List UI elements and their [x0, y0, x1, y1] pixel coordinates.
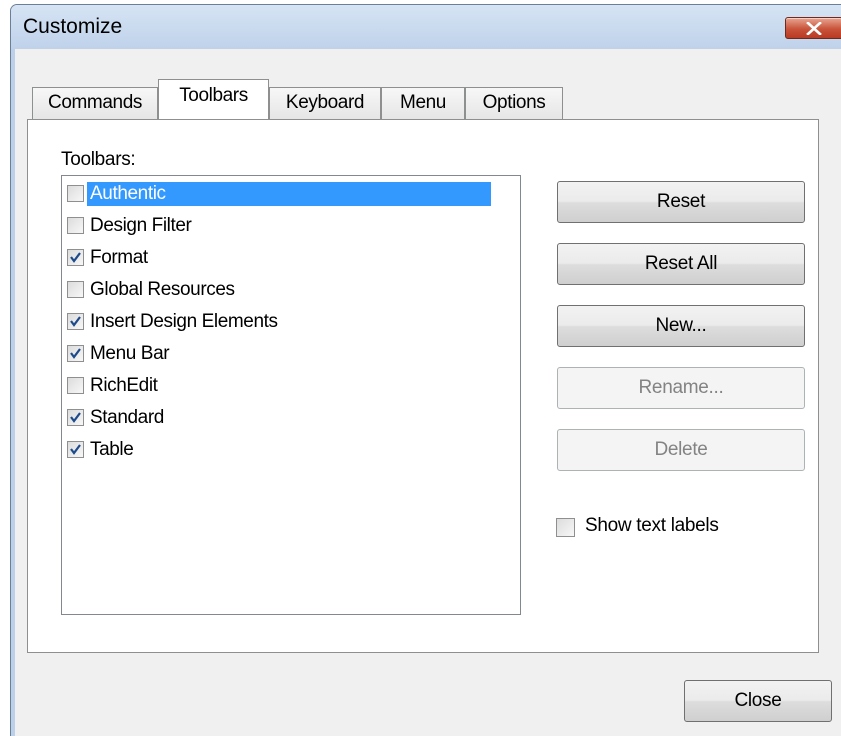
toolbar-item-checkbox[interactable] — [67, 217, 84, 234]
toolbar-item-menu-bar[interactable]: Menu Bar — [66, 339, 509, 369]
toolbar-item-checkbox[interactable] — [67, 313, 84, 330]
toolbar-item-label: RichEdit — [90, 375, 158, 396]
toolbar-item-checkbox[interactable] — [67, 249, 84, 266]
toolbar-item-richedit[interactable]: RichEdit — [66, 371, 509, 401]
close-x-icon — [806, 22, 822, 35]
toolbar-item-checkbox[interactable] — [67, 441, 84, 458]
delete-button[interactable]: Delete — [557, 429, 805, 471]
toolbars-listbox[interactable]: Authentic Design Filter Format Global Re… — [61, 175, 521, 615]
rename-button[interactable]: Rename... — [557, 367, 805, 409]
show-text-labels-label: Show text labels — [585, 515, 719, 536]
toolbar-item-table[interactable]: Table — [66, 435, 509, 465]
toolbar-item-checkbox[interactable] — [67, 185, 84, 202]
title-bar: Customize — [11, 5, 841, 49]
tab-options[interactable]: Options — [465, 87, 563, 119]
toolbar-item-checkbox[interactable] — [67, 281, 84, 298]
checkmark-icon — [70, 412, 81, 423]
checkmark-icon — [70, 348, 81, 359]
show-text-labels-checkbox[interactable] — [556, 518, 575, 537]
checkmark-icon — [70, 444, 81, 455]
dialog-client-area: Commands Toolbars Keyboard Menu Options … — [15, 49, 841, 736]
window-title: Customize — [23, 15, 123, 38]
customize-dialog: Customize Commands Toolbars Keyboard Men… — [10, 4, 841, 736]
toolbar-item-checkbox[interactable] — [67, 377, 84, 394]
reset-all-button[interactable]: Reset All — [557, 243, 805, 285]
toolbar-item-label: Table — [90, 439, 134, 460]
new-toolbar-button[interactable]: New... — [557, 305, 805, 347]
toolbar-item-label: Global Resources — [90, 279, 235, 300]
tab-commands[interactable]: Commands — [32, 87, 158, 119]
toolbar-item-label: Design Filter — [90, 215, 192, 236]
window-close-button[interactable] — [785, 17, 841, 39]
checkmark-icon — [70, 252, 81, 263]
toolbar-item-standard[interactable]: Standard — [66, 403, 509, 433]
toolbar-item-label: Format — [90, 247, 148, 268]
tab-menu[interactable]: Menu — [381, 87, 465, 119]
reset-button[interactable]: Reset — [557, 181, 805, 223]
toolbar-item-label: Authentic — [87, 182, 491, 206]
toolbar-item-format[interactable]: Format — [66, 243, 509, 273]
toolbar-item-checkbox[interactable] — [67, 345, 84, 362]
toolbar-item-design-filter[interactable]: Design Filter — [66, 211, 509, 241]
tab-toolbars[interactable]: Toolbars — [158, 79, 269, 119]
toolbar-item-global-resources[interactable]: Global Resources — [66, 275, 509, 305]
toolbar-item-insert-design-elements[interactable]: Insert Design Elements — [66, 307, 509, 337]
toolbar-item-checkbox[interactable] — [67, 409, 84, 426]
tab-keyboard[interactable]: Keyboard — [269, 87, 381, 119]
toolbar-item-label: Insert Design Elements — [90, 311, 278, 332]
checkmark-icon — [70, 316, 81, 327]
toolbar-item-label: Standard — [90, 407, 164, 428]
close-button[interactable]: Close — [684, 680, 832, 722]
toolbars-label: Toolbars: — [61, 149, 136, 170]
toolbar-item-authentic[interactable]: Authentic — [66, 179, 509, 209]
toolbar-item-label: Menu Bar — [90, 343, 170, 364]
